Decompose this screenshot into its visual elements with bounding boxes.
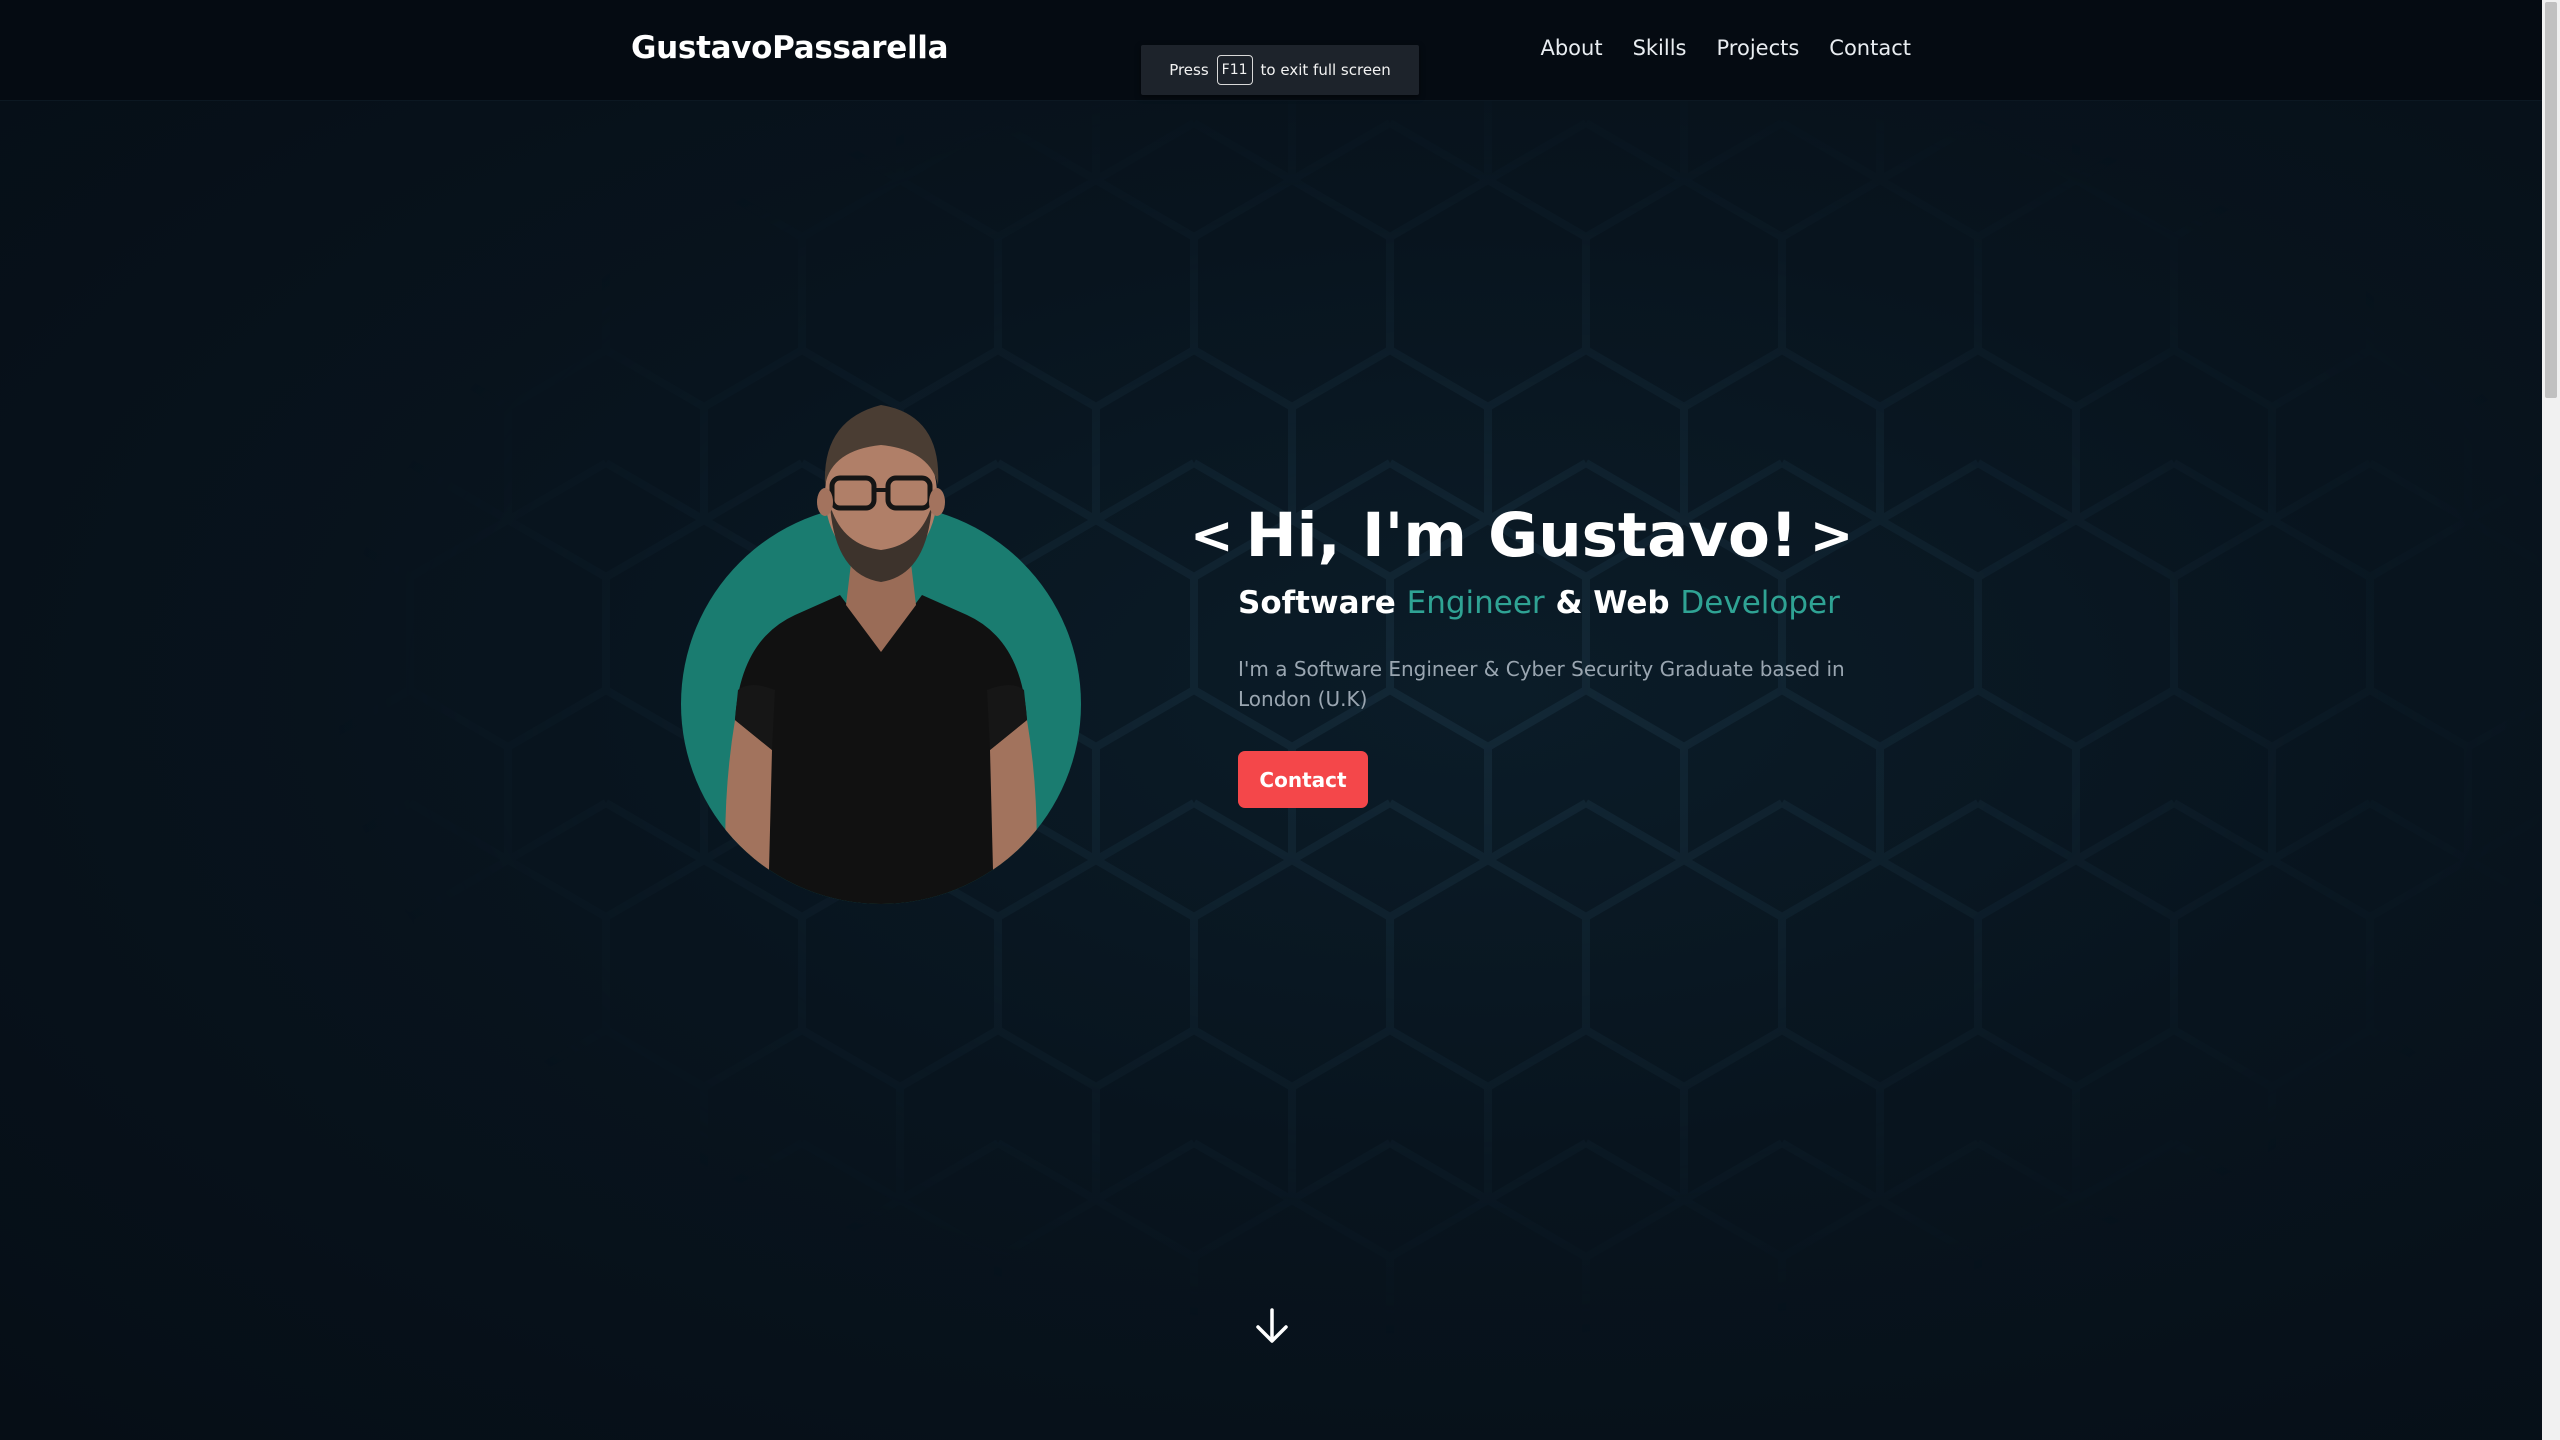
nav-about[interactable]: About [1540,36,1602,60]
nav-contact[interactable]: Contact [1829,36,1911,60]
hero-subtitle: Software Engineer & Web Developer [1238,585,1840,621]
contact-button[interactable]: Contact [1238,751,1368,808]
profile-photo [681,405,1081,904]
scrollbar[interactable] [2542,0,2560,1440]
nav-links: About Skills Projects Contact [1540,36,1911,60]
fullscreen-hint-suffix: to exit full screen [1260,61,1391,79]
bracket-open: < [1190,505,1234,566]
hero-title-text: Hi, I'm Gustavo! [1245,500,1798,571]
bracket-close: > [1809,505,1854,566]
subtitle-engineer: Engineer [1406,585,1545,621]
fullscreen-hint-key: F11 [1216,55,1253,85]
page: GustavoPassarella About Skills Projects … [0,0,2560,1440]
hero-title: < Hi, I'm Gustavo! > [1190,500,1853,571]
nav-skills[interactable]: Skills [1633,36,1687,60]
brand-logo[interactable]: GustavoPassarella [631,30,949,66]
subtitle-and-web: & Web [1555,585,1670,621]
fullscreen-hint: Press F11 to exit full screen [1141,45,1419,95]
fullscreen-hint-prefix: Press [1169,61,1209,79]
scrollbar-thumb[interactable] [2545,2,2557,398]
subtitle-software: Software [1238,585,1396,621]
subtitle-developer: Developer [1680,585,1840,621]
nav-projects[interactable]: Projects [1717,36,1800,60]
hero-description: I'm a Software Engineer & Cyber Security… [1238,657,1845,711]
arrow-down-icon[interactable] [1252,1306,1292,1346]
hexagon-background-pattern [0,0,2542,1440]
